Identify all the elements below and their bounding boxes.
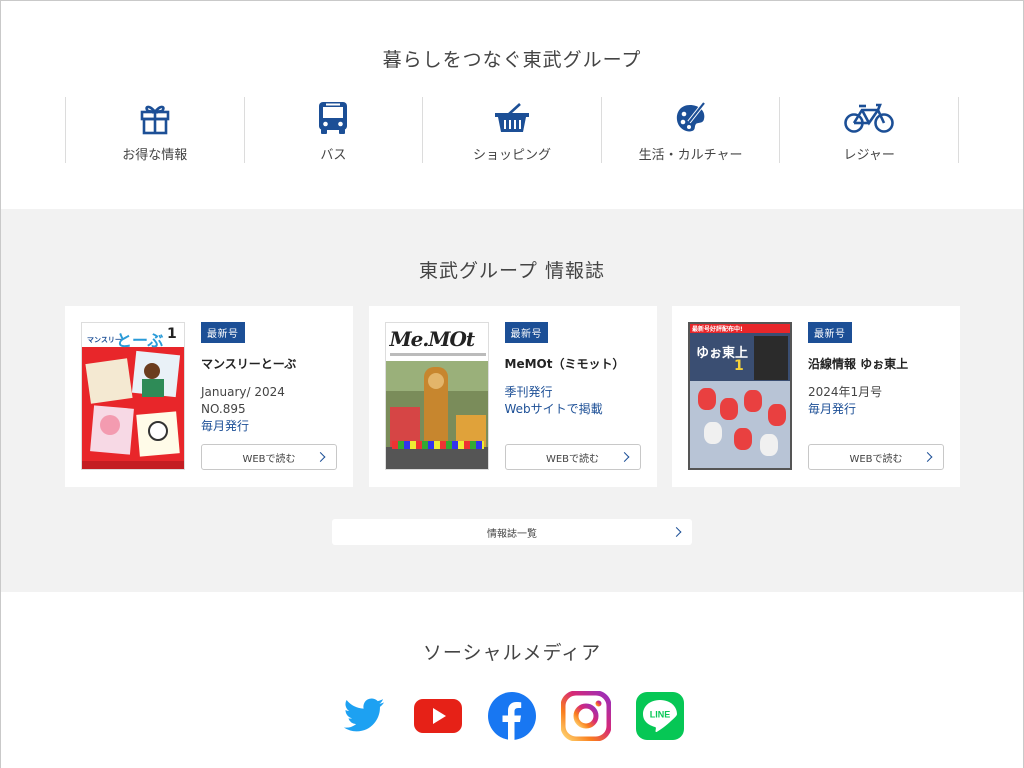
category-row: お得な情報 バス ショッピング 生活・カルチャー レジャー (65, 97, 959, 163)
bicycle-icon (844, 99, 894, 137)
magazine-name: マンスリーとーぶ (201, 357, 297, 371)
issue-date: January/ 2024 (201, 385, 285, 399)
category-leisure[interactable]: レジャー (779, 97, 959, 163)
latest-issue-badge: 最新号 (201, 322, 245, 343)
category-deals[interactable]: お得な情報 (65, 97, 244, 163)
magazine-name: 沿線情報 ゆぉ東上 (808, 357, 909, 371)
chevron-right-icon (315, 452, 326, 462)
latest-issue-badge: 最新号 (808, 322, 852, 343)
magazine-card-row: マンスリー とーぶ 1 最新号 マンスリーとーぶ January/ 2024 N… (65, 306, 960, 487)
magazine-info: 最新号 沿線情報 ゆぉ東上 2024年1月号 毎月発行 WEBで読む (808, 322, 944, 470)
youtube-icon[interactable] (413, 691, 463, 741)
shopping-basket-icon (494, 99, 530, 137)
read-on-web-label: WEBで読む (545, 453, 600, 465)
category-label: バス (320, 148, 347, 163)
social-section: ソーシャルメディア LINE (1, 592, 1023, 768)
bus-icon (318, 99, 348, 137)
social-section-title: ソーシャルメディア (422, 642, 602, 664)
issue-number: NO.895 (201, 401, 246, 416)
line-icon-text: LINE (650, 710, 671, 720)
cover-logo: Me.MOt (389, 327, 476, 351)
web-availability: Webサイトで掲載 (504, 401, 603, 416)
magazine-list-label: 情報誌一覧 (487, 528, 537, 540)
category-label: お得な情報 (122, 148, 188, 163)
palette-icon (674, 99, 708, 137)
read-on-web-label: WEBで読む (849, 453, 903, 465)
cover-issue-number: 1 (167, 326, 177, 342)
category-lifestyle-culture[interactable]: 生活・カルチャー (600, 97, 780, 163)
magazine-name: MeMOt（ミモット） (504, 357, 625, 371)
read-on-web-button[interactable]: WEBで読む (201, 444, 337, 470)
publish-frequency: 毎月発行 (201, 418, 250, 433)
category-bus[interactable]: バス (243, 97, 423, 163)
group-section: 暮らしをつなぐ東武グループ お得な情報 バス ショッピング 生活・カルチャー レ… (1, 1, 1023, 209)
magazine-list-button[interactable]: 情報誌一覧 (332, 519, 692, 545)
twitter-icon[interactable] (339, 691, 389, 741)
magazine-info: 最新号 MeMOt（ミモット） 季刊発行 Webサイトで掲載 WEBで読む (504, 322, 641, 470)
facebook-icon[interactable] (487, 691, 537, 741)
instagram-icon[interactable] (561, 691, 611, 741)
chevron-right-icon (619, 452, 629, 462)
publish-frequency: 季刊発行 (504, 385, 553, 399)
magazine-info: 最新号 マンスリーとーぶ January/ 2024 NO.895 毎月発行 W… (201, 322, 337, 470)
magazine-card: Me.MOt 最新号 MeMOt（ミモット） 季刊発行 Webサイトで掲載 WE… (368, 306, 657, 487)
read-on-web-button[interactable]: WEBで読む (504, 444, 641, 470)
monthly-tobu-cover-image[interactable]: マンスリー とーぶ 1 (81, 322, 185, 470)
chevron-right-icon (671, 527, 682, 537)
cover-logo: とーぶ (116, 331, 164, 350)
line-icon[interactable]: LINE (635, 691, 685, 741)
cover-issue-number: 1 (734, 358, 744, 374)
category-label: ショッピング (472, 148, 551, 163)
group-section-title: 暮らしをつなぐ東武グループ (382, 49, 642, 71)
magazine-section-title: 東武グループ 情報誌 (419, 260, 605, 282)
read-on-web-button[interactable]: WEBで読む (808, 444, 944, 470)
category-label: レジャー (843, 148, 895, 163)
latest-issue-badge: 最新号 (504, 322, 548, 343)
magazine-card: 最新号好評配布中! ゆぉ東上 1 最新号 沿線情報 ゆぉ東上 2024年1月号 … (672, 306, 960, 487)
read-on-web-label: WEBで読む (242, 453, 296, 465)
gift-icon (139, 99, 171, 137)
magazine-section: 東武グループ 情報誌 マンスリー とーぶ 1 最新号 マンスリーとーぶ Janu… (1, 209, 1023, 592)
cover-banner: 最新号好評配布中! (692, 326, 743, 333)
chevron-right-icon (922, 452, 933, 462)
issue-date: 2024年1月号 (808, 385, 883, 399)
social-icon-row: LINE (1, 691, 1023, 741)
yuo-tojo-cover-image[interactable]: 最新号好評配布中! ゆぉ東上 1 (688, 322, 792, 470)
magazine-card: マンスリー とーぶ 1 最新号 マンスリーとーぶ January/ 2024 N… (65, 306, 353, 487)
category-shopping[interactable]: ショッピング (422, 97, 601, 163)
memot-cover-image[interactable]: Me.MOt (384, 322, 489, 470)
category-label: 生活・カルチャー (638, 148, 743, 163)
publish-frequency: 毎月発行 (808, 401, 857, 416)
